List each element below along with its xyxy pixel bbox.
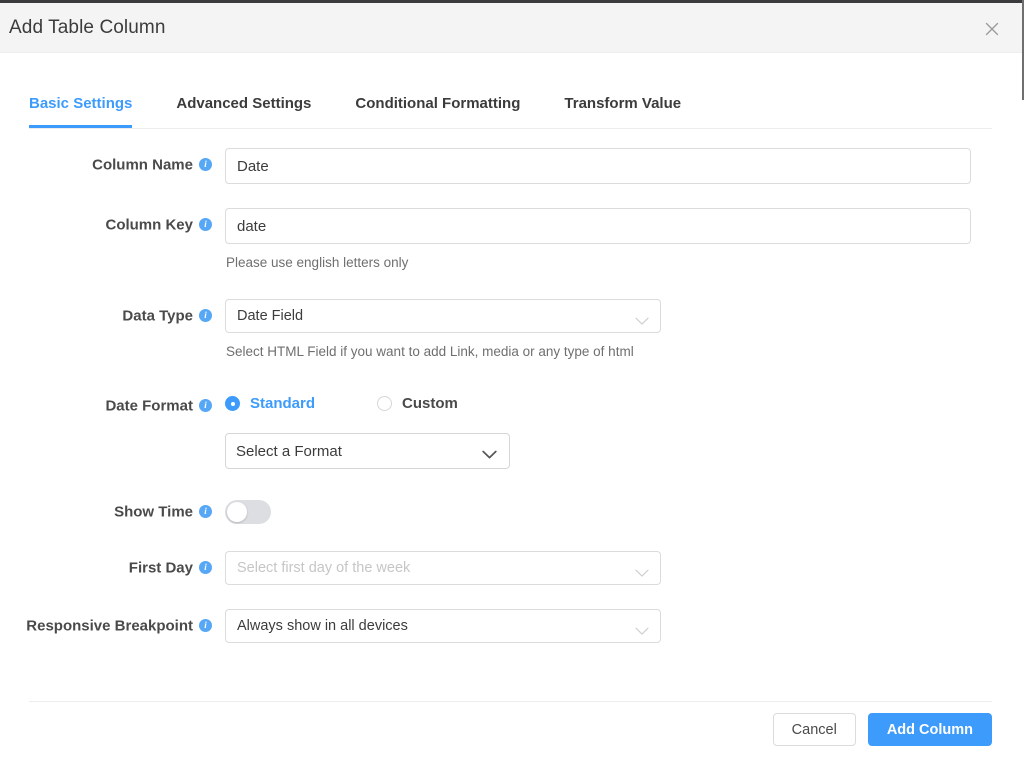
responsive-breakpoint-select[interactable]: Always show in all devices: [225, 609, 661, 643]
info-icon-responsive-breakpoint[interactable]: i: [199, 619, 212, 632]
responsive-breakpoint-selected-value: Always show in all devices: [237, 619, 408, 634]
footer-divider: [29, 701, 992, 702]
row-show-time: Show Timei: [0, 495, 1022, 524]
tab-basic-settings[interactable]: Basic Settings: [29, 95, 132, 128]
column-key-input[interactable]: [225, 208, 971, 244]
show-time-toggle[interactable]: [225, 500, 271, 524]
radio-date-format-standard[interactable]: Standard: [225, 395, 315, 412]
form-body: Column Namei Column Keyi Please use engl…: [0, 132, 1022, 643]
label-data-type: Data Typei: [0, 299, 212, 325]
tab-transform-value-label: Transform Value: [564, 95, 681, 112]
date-format-select[interactable]: Select a Format: [225, 433, 510, 469]
info-icon-column-name[interactable]: i: [199, 158, 212, 171]
row-responsive-breakpoint: Responsive Breakpointi Always show in al…: [0, 609, 1022, 643]
first-day-placeholder: Select first day of the week: [237, 561, 410, 576]
tab-conditional-formatting-label: Conditional Formatting: [355, 95, 520, 112]
tab-conditional-formatting[interactable]: Conditional Formatting: [355, 95, 520, 128]
row-data-type: Data Typei Date Field Select HTML Field …: [0, 299, 1022, 359]
radio-date-format-custom[interactable]: Custom: [377, 395, 458, 412]
cancel-button[interactable]: Cancel: [773, 713, 856, 746]
column-key-help-text: Please use english letters only: [225, 255, 1022, 270]
label-first-day: First Dayi: [0, 551, 212, 577]
data-type-help-text: Select HTML Field if you want to add Lin…: [225, 344, 1022, 359]
chevron-down-icon: [635, 565, 649, 583]
modal-footer: Cancel Add Column: [773, 713, 992, 746]
chevron-down-icon: [635, 313, 649, 331]
row-date-format: Date Formati Standard Custom Select a Fo…: [0, 389, 1022, 469]
tab-advanced-settings[interactable]: Advanced Settings: [176, 95, 311, 128]
add-table-column-modal: Add Table Column Basic Settings Advanced…: [0, 0, 1024, 770]
info-icon-column-key[interactable]: i: [199, 218, 212, 231]
row-column-name: Column Namei: [0, 148, 1022, 184]
tab-basic-settings-label: Basic Settings: [29, 95, 132, 112]
tab-advanced-settings-label: Advanced Settings: [176, 95, 311, 112]
tab-bar: Basic Settings Advanced Settings Conditi…: [0, 54, 1022, 132]
tab-divider: [29, 128, 992, 129]
data-type-select[interactable]: Date Field: [225, 299, 661, 333]
info-icon-show-time[interactable]: i: [199, 505, 212, 518]
chevron-down-icon: [635, 623, 649, 641]
label-show-time: Show Timei: [0, 495, 212, 521]
label-column-name: Column Namei: [0, 148, 212, 174]
info-icon-date-format[interactable]: i: [199, 399, 212, 412]
row-first-day: First Dayi Select first day of the week: [0, 551, 1022, 585]
add-column-button[interactable]: Add Column: [868, 713, 992, 746]
first-day-select[interactable]: Select first day of the week: [225, 551, 661, 585]
label-date-format: Date Formati: [0, 389, 212, 415]
show-time-toggle-knob: [227, 502, 247, 522]
label-column-key: Column Keyi: [0, 208, 212, 234]
modal-header: Add Table Column: [0, 3, 1022, 53]
radio-standard-dot: [225, 396, 240, 411]
label-responsive-breakpoint: Responsive Breakpointi: [0, 609, 212, 635]
info-icon-data-type[interactable]: i: [199, 309, 212, 322]
column-name-input[interactable]: [225, 148, 971, 184]
radio-custom-label: Custom: [402, 395, 458, 412]
data-type-selected-value: Date Field: [237, 309, 303, 324]
info-icon-first-day[interactable]: i: [199, 561, 212, 574]
close-icon[interactable]: [980, 17, 1004, 41]
tab-transform-value[interactable]: Transform Value: [564, 95, 681, 128]
radio-custom-dot: [377, 396, 392, 411]
row-column-key: Column Keyi Please use english letters o…: [0, 208, 1022, 270]
date-format-select-wrap: Select a Format: [225, 433, 510, 469]
page-title: Add Table Column: [9, 17, 166, 39]
radio-standard-label: Standard: [250, 395, 315, 412]
date-format-radio-group: Standard Custom: [225, 389, 1022, 412]
